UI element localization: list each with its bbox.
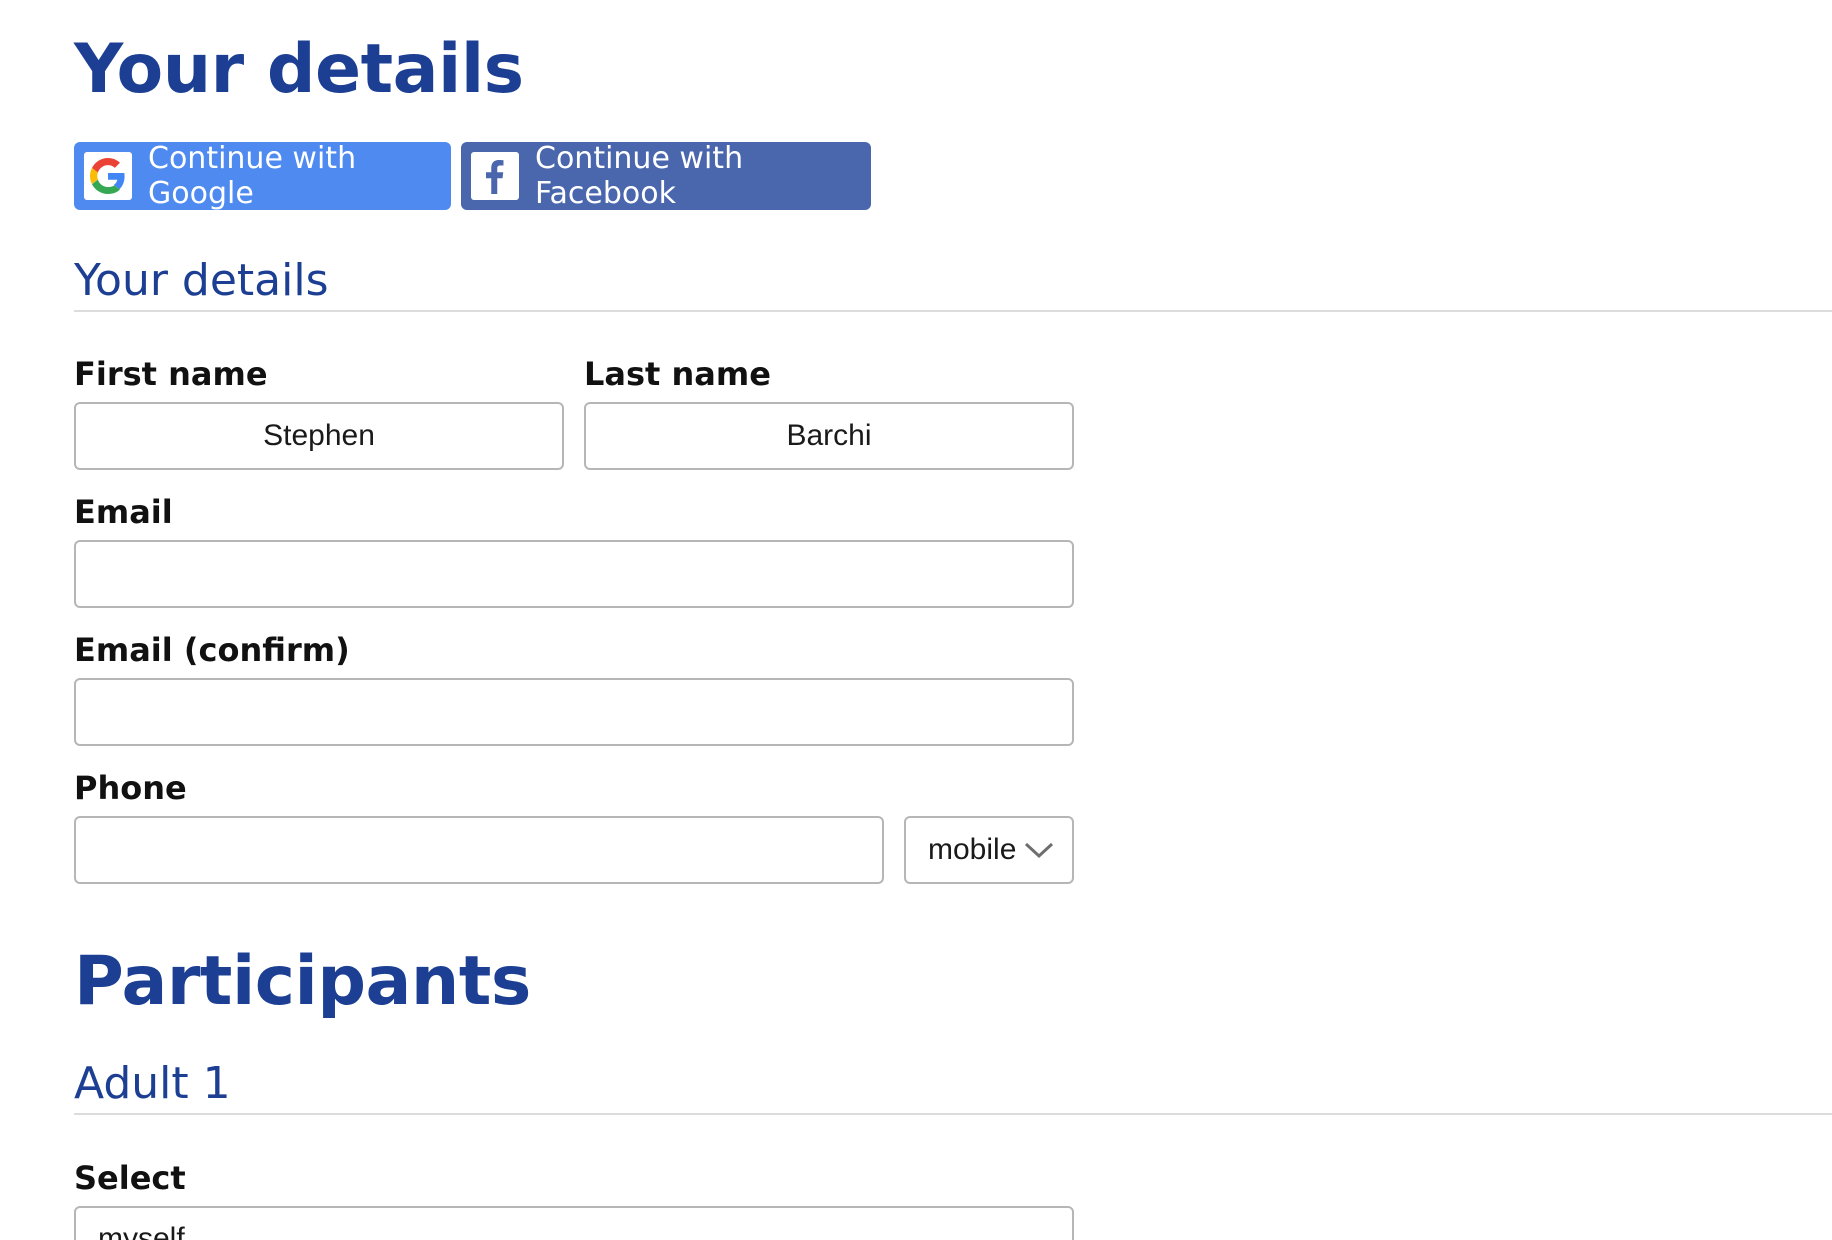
phone-input[interactable] (74, 816, 884, 884)
section-title-your-details: Your details (74, 255, 329, 306)
facebook-button-label: Continue with Facebook (535, 141, 744, 211)
email-input[interactable] (74, 540, 1074, 608)
first-name-input[interactable] (74, 402, 564, 470)
section-title-adult-1: Adult 1 (74, 1058, 231, 1109)
email-confirm-label: Email (confirm) (74, 631, 350, 669)
phone-type-select[interactable]: mobile (904, 816, 1074, 884)
last-name-label: Last name (584, 355, 771, 393)
participant-select[interactable]: myself (74, 1206, 1074, 1240)
google-logo-icon (84, 152, 132, 200)
continue-with-facebook-button[interactable]: Continue with Facebook (461, 141, 871, 211)
last-name-input[interactable] (584, 402, 1074, 470)
google-button-label: Continue with Google (148, 141, 357, 211)
page: Your details Continue with Google Contin… (0, 0, 1832, 1240)
section-divider (74, 310, 1832, 312)
participant-select-value: myself (98, 1222, 185, 1240)
phone-label: Phone (74, 769, 187, 807)
email-confirm-input[interactable] (74, 678, 1074, 746)
chevron-down-icon (1024, 842, 1054, 859)
section-divider (74, 1113, 1832, 1115)
email-label: Email (74, 493, 173, 531)
phone-type-value: mobile (928, 833, 1017, 866)
continue-with-google-button[interactable]: Continue with Google (74, 141, 451, 211)
participant-select-label: Select (74, 1159, 186, 1197)
page-title: Your details (74, 30, 524, 109)
participants-title: Participants (74, 942, 531, 1021)
first-name-label: First name (74, 355, 268, 393)
facebook-logo-icon (471, 152, 519, 200)
